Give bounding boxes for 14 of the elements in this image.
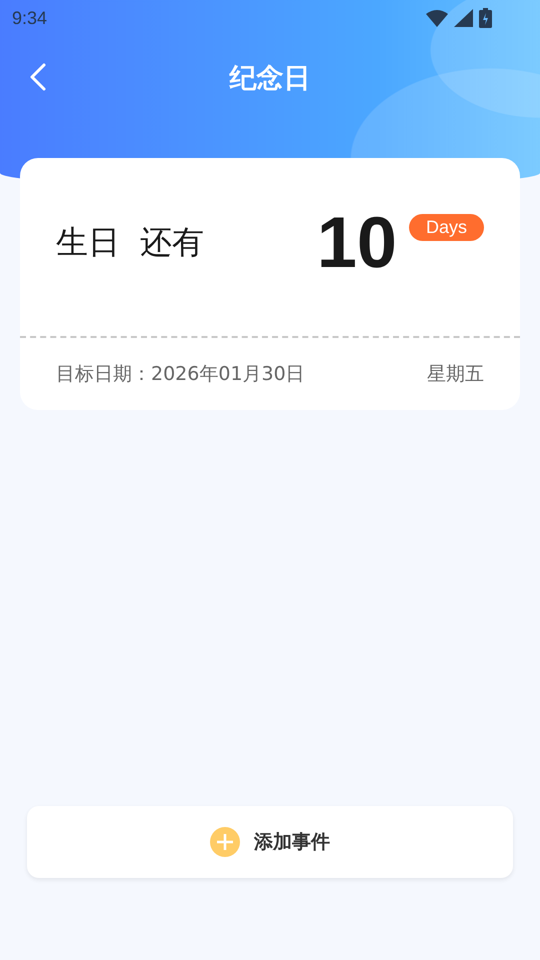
page-title: 纪念日	[230, 62, 310, 96]
plus-icon	[210, 827, 240, 857]
target-date: 目标日期：2026年01月30日	[56, 362, 305, 387]
event-name: 生日	[56, 222, 120, 263]
back-button[interactable]	[28, 62, 48, 92]
add-event-button[interactable]: 添加事件	[27, 806, 513, 878]
status-time: 9:34	[12, 8, 48, 28]
day-count: 10	[316, 202, 397, 284]
weekday: 星期五	[427, 362, 484, 387]
signal-icon	[454, 9, 473, 27]
wifi-icon	[426, 10, 448, 26]
event-label: 还有	[140, 222, 204, 263]
battery-icon	[479, 8, 492, 28]
days-badge: Days	[408, 214, 484, 241]
